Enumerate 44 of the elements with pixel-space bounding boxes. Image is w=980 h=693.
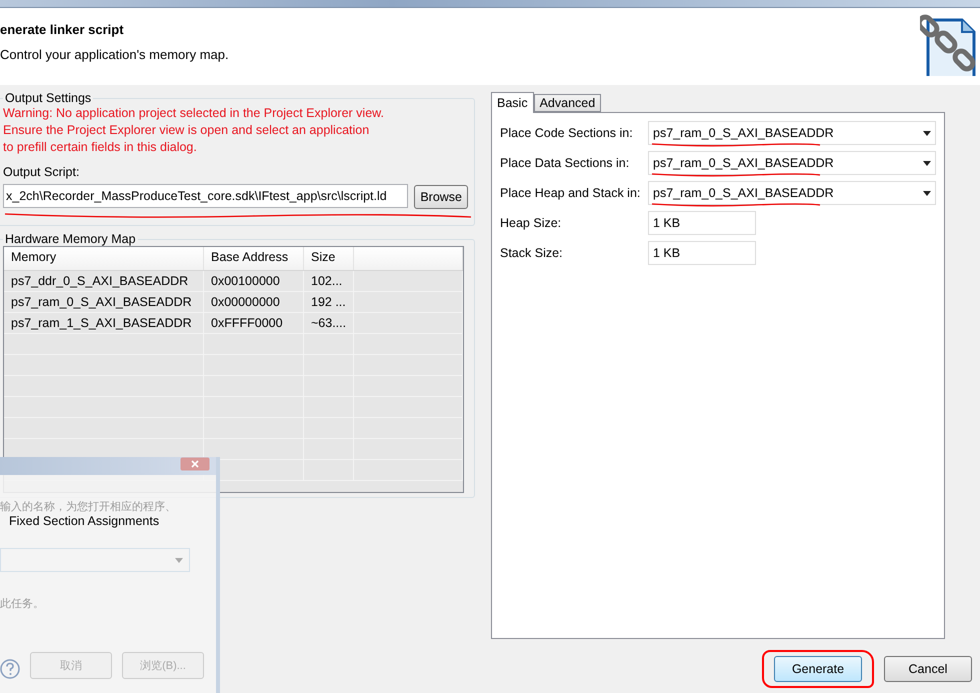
column-header[interactable]: Size (304, 247, 354, 270)
column-header[interactable]: Memory (4, 247, 204, 270)
tab[interactable]: Basic (491, 92, 534, 113)
field-label: Place Data Sections in: (500, 156, 630, 170)
dropdown-field[interactable] (0, 548, 190, 572)
table-cell: 102... (304, 271, 354, 291)
dropdown-arrow-icon (923, 160, 931, 166)
help-icon[interactable] (0, 659, 20, 679)
field-label: Place Code Sections in: (500, 126, 634, 140)
size-field[interactable]: 1 KB (648, 241, 756, 265)
warning-message: Warning: No application project selected in the Project Explorer view. Ensure the Project Explorer view is open and select an application to prefill certain fields in this dialog. (3, 105, 385, 156)
size-field[interactable]: 1 KB (648, 211, 756, 235)
dropdown-arrow-icon (175, 558, 183, 562)
tab[interactable]: Advanced (534, 94, 602, 112)
table-cell: ~63.... (304, 313, 354, 333)
group-title: Output Settings (4, 91, 92, 105)
output-script-field[interactable]: x_2ch\Recorder_MassProduceTest_core.sdk\IFtest_app\src\lscript.ld (3, 184, 408, 208)
table-cell: 0x00000000 (204, 292, 304, 312)
table-cell: ps7_ram_1_S_AXI_BASEADDR (4, 313, 204, 333)
dropdown-arrow-icon (923, 190, 931, 196)
field-label: Place Heap and Stack in: (500, 186, 642, 200)
browse-button[interactable]: Browse (414, 185, 468, 209)
field-label: Stack Size: (500, 246, 564, 260)
wizard-title: enerate linker script (0, 22, 125, 37)
memory-dropdown[interactable]: ps7_ram_0_S_AXI_BASEADDR (648, 121, 936, 145)
default-button[interactable]: Generate (774, 656, 862, 682)
field-label: Output Script: (3, 164, 80, 181)
table-cell: ps7_ram_0_S_AXI_BASEADDR (4, 292, 204, 312)
table-cell: ps7_ddr_0_S_AXI_BASEADDR (4, 271, 204, 291)
memory-dropdown[interactable]: ps7_ram_0_S_AXI_BASEADDR (648, 151, 936, 175)
field-label: Heap Size: (500, 216, 562, 230)
column-header[interactable]: Base Address (204, 247, 304, 270)
wizard-subtitle: Control your application's memory map. (0, 47, 229, 62)
dialog-text: 此任务。 (0, 597, 44, 611)
section-title: Fixed Section Assignments (9, 514, 160, 528)
table-cell: 0x00100000 (204, 271, 304, 291)
close-icon[interactable] (180, 457, 210, 471)
table-cell: 192 ... (304, 292, 354, 312)
memory-dropdown[interactable]: ps7_ram_0_S_AXI_BASEADDR (648, 181, 936, 205)
table-cell: 0xFFFF0000 (204, 313, 304, 333)
dialog-text: 输入的名称，为您打开相应的程序、 (0, 500, 176, 514)
dropdown-arrow-icon (923, 130, 931, 136)
dialog-button[interactable]: Cancel (884, 656, 972, 682)
group-title: Hardware Memory Map (4, 232, 137, 246)
